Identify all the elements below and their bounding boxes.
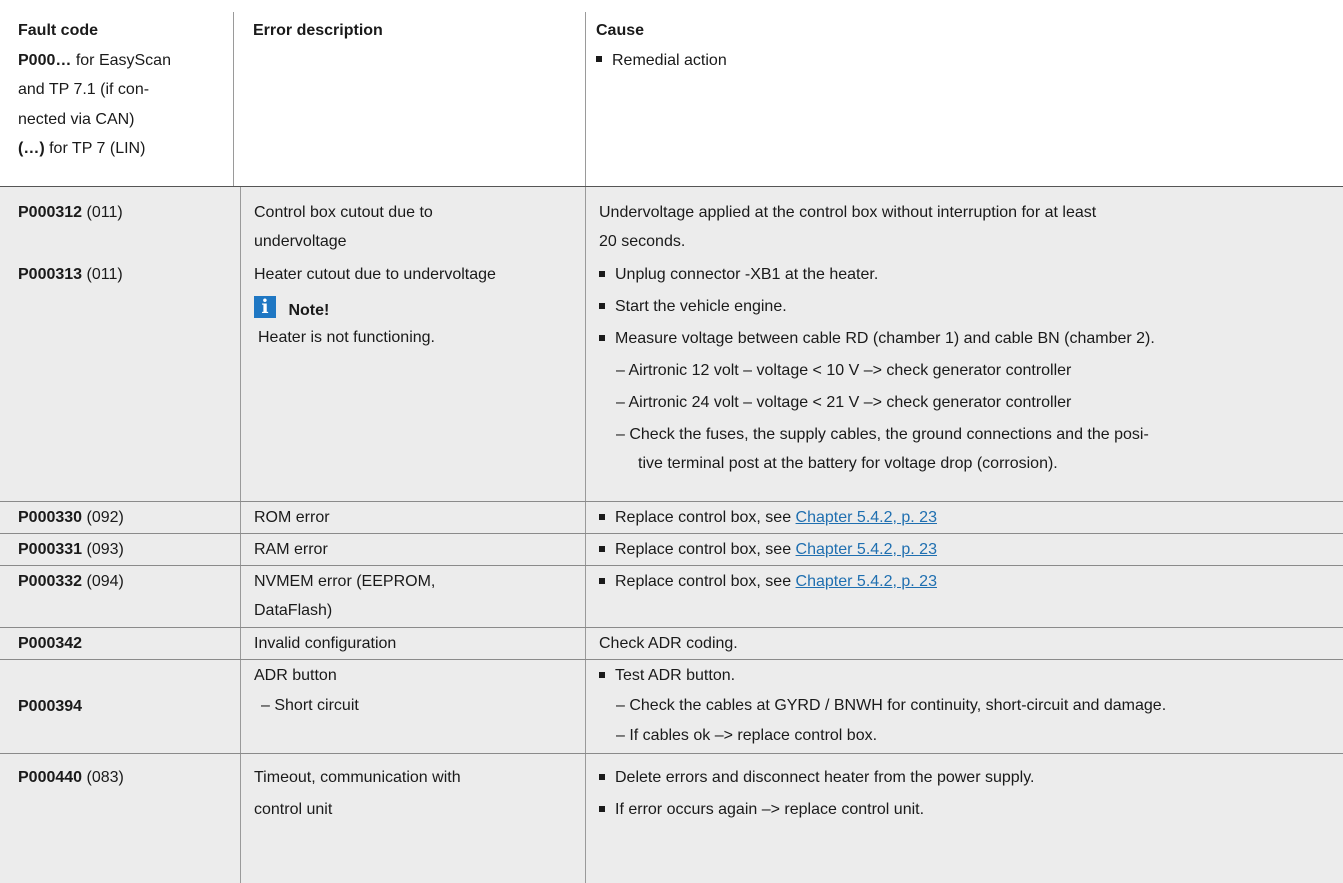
header-fault-code-line4: nected via CAN)	[18, 110, 135, 128]
fault-code: P000331 (093)	[18, 541, 124, 558]
remedial-action: Delete errors and disconnect heater from…	[599, 764, 1034, 792]
chapter-link[interactable]: Chapter 5.4.2, p. 23	[796, 541, 937, 558]
description-line: Heater cutout due to undervoltage	[254, 266, 496, 283]
header-fault-code-line5: (…) for TP 7 (LIN)	[18, 140, 146, 157]
remedial-action: If error occurs again –> replace control…	[599, 796, 924, 824]
table-row: P000394 ADR button – Short circuit Test …	[0, 659, 1343, 754]
bullet-icon	[599, 773, 605, 780]
bullet-icon	[599, 334, 605, 341]
fault-code-cell: P000331 (093)	[0, 534, 240, 566]
header-divider-1	[233, 12, 234, 186]
bullet-icon	[599, 513, 605, 520]
error-description-cell: ADR button – Short circuit	[240, 660, 586, 754]
cause-cell: Delete errors and disconnect heater from…	[585, 754, 1343, 883]
remedial-action: Replace control box, see Chapter 5.4.2, …	[599, 504, 937, 532]
sub-action: – Check the fuses, the supply cables, th…	[616, 426, 1149, 443]
bullet-icon	[596, 56, 602, 63]
cause-line: Check ADR coding.	[599, 635, 738, 652]
bullet-icon	[599, 577, 605, 584]
table-row: P000312 (011) P000313 (011) Control box …	[0, 186, 1343, 502]
remedial-action: Replace control box, see Chapter 5.4.2, …	[599, 568, 937, 596]
fault-code-cell: P000440 (083)	[0, 754, 240, 883]
description-line: control unit	[254, 801, 333, 818]
remedial-action: Unplug connector -XB1 at the heater.	[599, 261, 878, 289]
error-description-cell: RAM error	[240, 534, 586, 566]
fault-code: P000313 (011)	[18, 266, 123, 283]
info-icon: i	[254, 295, 276, 318]
note-title: Note!	[288, 302, 330, 319]
fault-code-cell: P000330 (092)	[0, 502, 240, 534]
fault-code-cell: P000394	[0, 660, 240, 754]
description-line: DataFlash)	[254, 602, 333, 619]
error-description-cell: Timeout, communication with control unit	[240, 754, 586, 883]
note-header: i Note!	[254, 293, 329, 321]
fault-code-cell: P000342	[0, 628, 240, 660]
header-fault-code-line3: and TP 7.1 (if con-	[18, 81, 150, 98]
fault-code-cell: P000332 (094)	[0, 566, 240, 628]
header-fault-code-title: Fault code	[18, 22, 99, 39]
bullet-icon	[599, 302, 605, 309]
error-description-cell: NVMEM error (EEPROM, DataFlash)	[240, 566, 586, 628]
description-line: ADR button	[254, 667, 337, 684]
sub-action: – Check the cables at GYRD / BNWH for co…	[616, 697, 1167, 714]
remedial-action: Measure voltage between cable RD (chambe…	[599, 325, 1155, 353]
sub-action: – Airtronic 12 volt – voltage < 10 V –> …	[616, 362, 1072, 379]
cause-line: Undervoltage applied at the control box …	[599, 204, 1097, 221]
error-description-cell: Invalid configuration	[240, 628, 586, 660]
bullet-icon	[599, 545, 605, 552]
error-description-cell: ROM error	[240, 502, 586, 534]
bullet-icon	[599, 805, 605, 812]
chapter-link[interactable]: Chapter 5.4.2, p. 23	[796, 573, 937, 590]
fault-code: P000394	[18, 698, 83, 715]
description-line: RAM error	[254, 541, 328, 558]
error-description-cell: Control box cutout due to undervoltage H…	[240, 187, 586, 502]
note-text: Heater is not functioning.	[258, 329, 435, 346]
description-line: NVMEM error (EEPROM,	[254, 573, 436, 590]
fault-code: P000440 (083)	[18, 769, 124, 786]
description-line: – Short circuit	[261, 697, 359, 714]
header-col-cause: Cause Remedial action	[596, 16, 1296, 202]
remedial-action: Replace control box, see Chapter 5.4.2, …	[599, 536, 937, 564]
table-row: P000330 (092) ROM error Replace control …	[0, 501, 1343, 534]
remedial-action: Test ADR button.	[599, 662, 735, 690]
description-line: Control box cutout due to	[254, 204, 433, 221]
fault-code: P000342	[18, 635, 83, 652]
sub-action: – If cables ok –> replace control box.	[616, 727, 878, 744]
cause-cell: Replace control box, see Chapter 5.4.2, …	[585, 502, 1343, 534]
fault-code: P000312 (011)	[18, 204, 123, 221]
cause-cell: Replace control box, see Chapter 5.4.2, …	[585, 566, 1343, 628]
header-col-error-description: Error description	[253, 16, 573, 202]
bullet-icon	[599, 671, 605, 678]
cause-cell: Test ADR button. – Check the cables at G…	[585, 660, 1343, 754]
description-line: Timeout, communication with	[254, 769, 461, 786]
header-col-fault-code: Fault code P000… for EasyScan and TP 7.1…	[18, 16, 228, 202]
cause-cell: Undervoltage applied at the control box …	[585, 187, 1343, 502]
table-row: P000332 (094) NVMEM error (EEPROM, DataF…	[0, 565, 1343, 628]
chapter-link[interactable]: Chapter 5.4.2, p. 23	[796, 509, 937, 526]
description-line: Invalid configuration	[254, 635, 397, 652]
fault-code-table: Fault code P000… for EasyScan and TP 7.1…	[0, 0, 1343, 883]
cause-cell: Replace control box, see Chapter 5.4.2, …	[585, 534, 1343, 566]
table-row: P000342 Invalid configuration Check ADR …	[0, 627, 1343, 660]
bullet-icon	[599, 270, 605, 277]
cause-cell: Check ADR coding.	[585, 628, 1343, 660]
header-cause-title: Cause	[596, 22, 645, 39]
remedial-action: Start the vehicle engine.	[599, 293, 787, 321]
sub-action: – Airtronic 24 volt – voltage < 21 V –> …	[616, 394, 1072, 411]
header-error-description-title: Error description	[253, 22, 383, 39]
table-row: P000331 (093) RAM error Replace control …	[0, 533, 1343, 566]
fault-code: P000332 (094)	[18, 573, 124, 590]
cause-line: 20 seconds.	[599, 233, 686, 250]
fault-code: P000330 (092)	[18, 509, 124, 526]
fault-code-cell: P000312 (011) P000313 (011)	[0, 187, 240, 502]
sub-action: tive terminal post at the battery for vo…	[638, 455, 1058, 472]
description-line: undervoltage	[254, 233, 347, 250]
header-cause-bullet: Remedial action	[596, 46, 1296, 76]
header-fault-code-line2: P000… for EasyScan	[18, 51, 171, 69]
header-divider-2	[585, 12, 586, 186]
description-line: ROM error	[254, 509, 330, 526]
table-row: P000440 (083) Timeout, communication wit…	[0, 753, 1343, 883]
